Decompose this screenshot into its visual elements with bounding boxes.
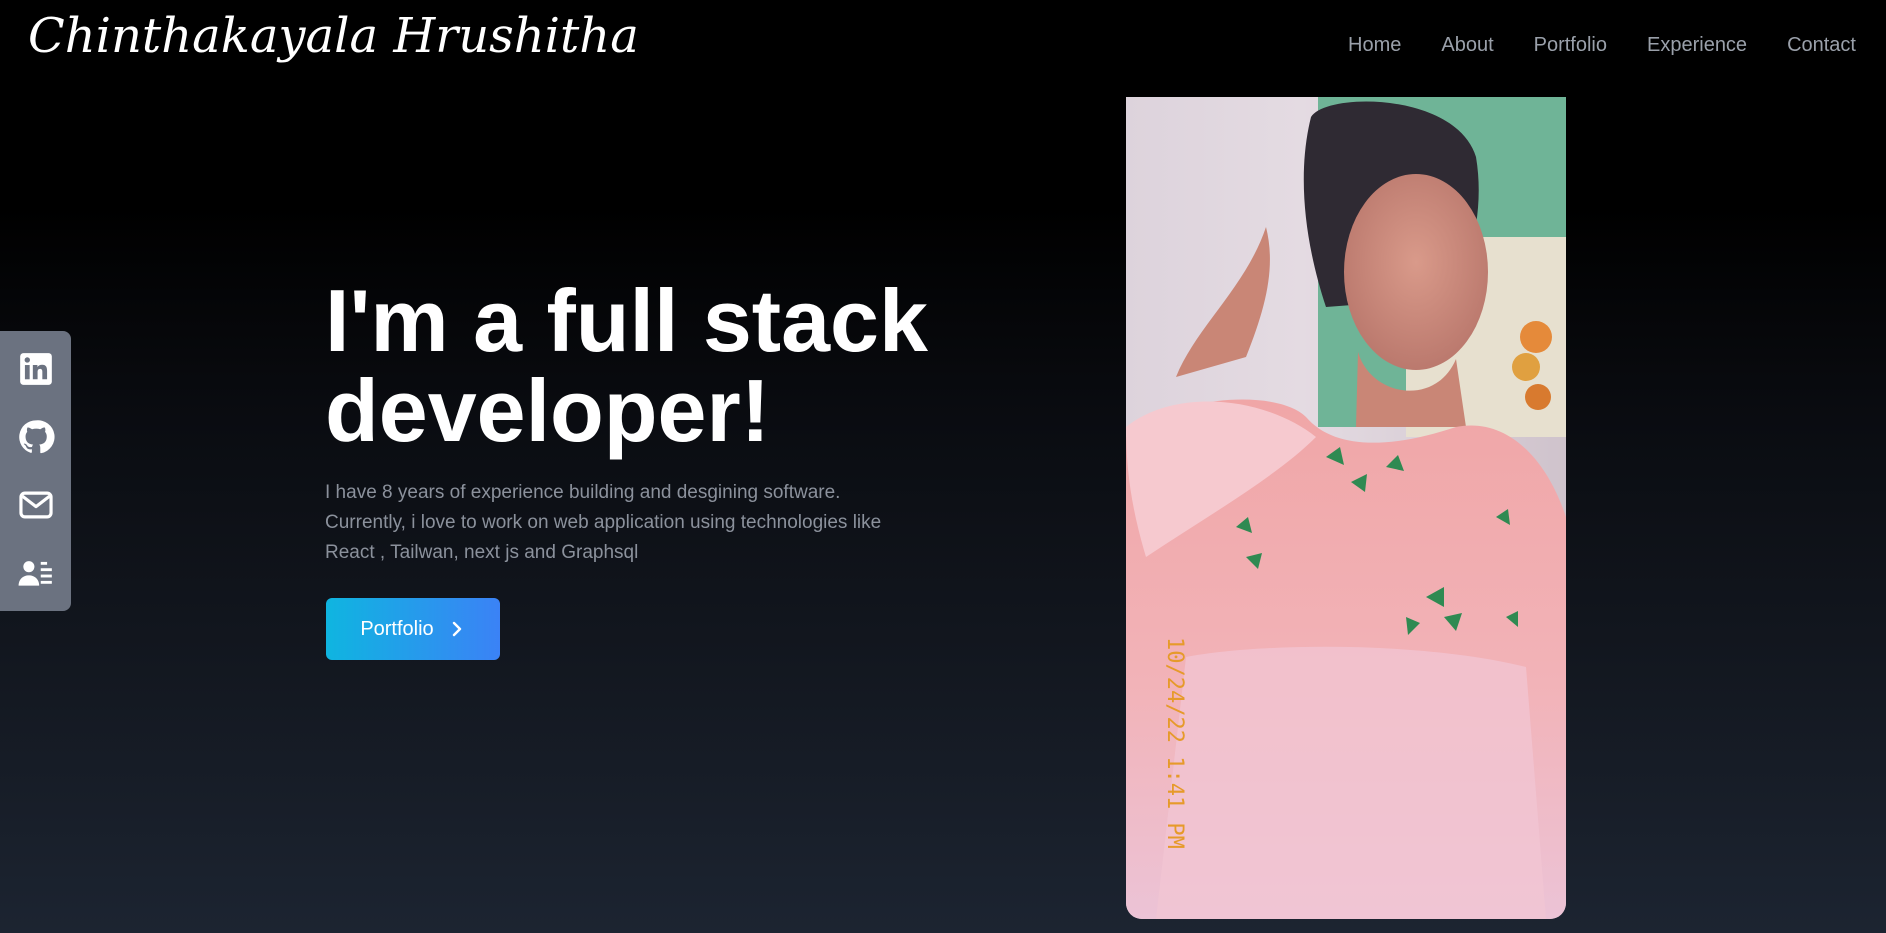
resume-link[interactable] [14, 551, 58, 595]
profile-photo: 10/24/22 1:41 PM [1126, 97, 1566, 919]
linkedin-icon [19, 353, 52, 385]
nav-about[interactable]: About [1441, 34, 1493, 57]
github-link[interactable] [14, 415, 58, 459]
social-sidebar [0, 331, 71, 611]
photo-timestamp: 10/24/22 1:41 PM [1162, 637, 1187, 849]
portfolio-button-label: Portfolio [360, 617, 434, 640]
nav-home[interactable]: Home [1348, 34, 1401, 57]
nav-experience[interactable]: Experience [1647, 34, 1747, 57]
resume-icon [18, 561, 52, 586]
chevron-right-icon [452, 621, 461, 637]
portfolio-button[interactable]: Portfolio [326, 598, 500, 660]
nav-contact[interactable]: Contact [1787, 34, 1856, 57]
hero-description: I have 8 years of experience building an… [325, 482, 882, 563]
page: Chinthakayala Hrushitha Home About Portf… [0, 0, 1886, 933]
mail-icon [18, 491, 53, 519]
linkedin-link[interactable] [14, 347, 58, 391]
site-logo[interactable]: Chinthakayala Hrushitha [28, 8, 639, 64]
email-link[interactable] [14, 483, 58, 527]
nav-portfolio[interactable]: Portfolio [1534, 34, 1607, 57]
github-icon [18, 420, 55, 454]
header: Chinthakayala Hrushitha Home About Portf… [0, 0, 1886, 96]
main-nav: Home About Portfolio Experience Contact [1348, 34, 1856, 57]
hero-title: I'm a full stack developer! [325, 271, 928, 460]
